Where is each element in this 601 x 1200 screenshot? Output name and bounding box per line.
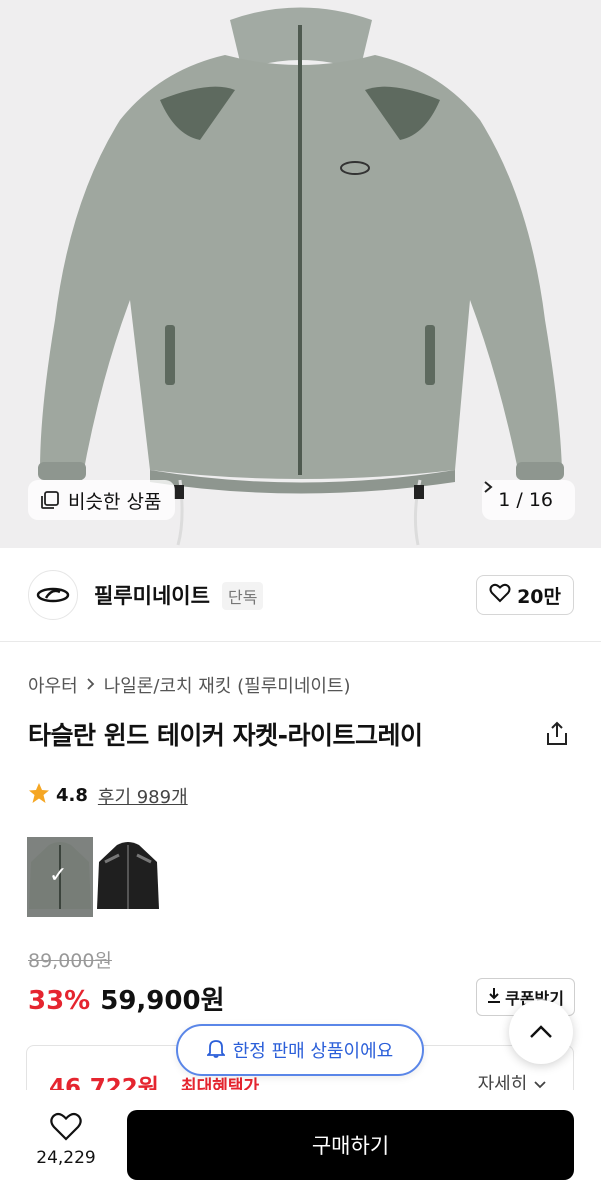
- breadcrumb: 아우터 나일론/코치 재킷 (필루미네이트): [28, 672, 351, 698]
- discount-rate: 33%: [28, 986, 91, 1016]
- share-icon[interactable]: [543, 720, 571, 748]
- product-image-gallery[interactable]: 비슷한 상품 1 / 16: [0, 0, 601, 548]
- image-counter-text: 1 / 16: [498, 489, 553, 511]
- swatch-black[interactable]: [95, 837, 161, 917]
- brand-row: 필루미네이트 단독 20만: [0, 548, 601, 642]
- brand-logo-icon: [36, 587, 70, 603]
- chevron-right-icon: [86, 675, 96, 696]
- brand-like-button[interactable]: 20만: [476, 575, 574, 615]
- swatch-image: [97, 842, 159, 909]
- toast-text: 한정 판매 상품이에요: [232, 1041, 394, 1062]
- image-counter[interactable]: 1 / 16: [482, 480, 575, 520]
- rating-score: 4.8: [56, 785, 88, 806]
- brand-name[interactable]: 필루미네이트: [94, 580, 210, 610]
- heart-icon: [50, 1112, 82, 1141]
- brand-like-count: 20만: [517, 585, 561, 608]
- scroll-to-top-button[interactable]: [509, 1000, 573, 1064]
- wishlist-count: 24,229: [36, 1148, 96, 1168]
- rating-row: 4.8 후기 989개: [28, 782, 188, 809]
- jacket-image: [38, 7, 564, 546]
- color-swatches: ✓: [27, 837, 161, 917]
- bell-icon: [205, 1038, 226, 1063]
- chevron-down-icon: [534, 1081, 546, 1089]
- breadcrumb-item[interactable]: 나일론/코치 재킷 (필루미네이트): [104, 672, 351, 698]
- star-icon: [28, 782, 50, 809]
- wishlist-button[interactable]: 24,229: [28, 1112, 104, 1168]
- heart-icon: [489, 583, 511, 608]
- buy-button[interactable]: 구매하기: [127, 1110, 574, 1180]
- limited-sale-toast: 한정 판매 상품이에요: [176, 1024, 424, 1076]
- reviews-link[interactable]: 후기 989개: [98, 783, 188, 809]
- swatch-light-gray[interactable]: ✓: [27, 837, 93, 917]
- sale-price: 59,900원: [100, 986, 225, 1016]
- check-icon: ✓: [49, 863, 68, 888]
- original-price: 89,000원: [28, 950, 112, 972]
- download-icon: [487, 987, 501, 1007]
- similar-products-label: 비슷한 상품: [68, 490, 162, 513]
- bottom-action-bar: 24,229 구매하기: [0, 1090, 601, 1200]
- copy-icon: [40, 490, 60, 510]
- similar-products-button[interactable]: 비슷한 상품: [28, 480, 176, 520]
- brand-logo[interactable]: [28, 570, 78, 620]
- exclusive-badge: 단독: [222, 582, 264, 610]
- price-row: 33% 59,900원: [28, 980, 225, 1017]
- product-title: 타슬란 윈드 테이커 자켓-라이트그레이: [28, 721, 423, 750]
- chevron-up-icon: [530, 1025, 552, 1038]
- breadcrumb-item[interactable]: 아우터: [28, 672, 78, 698]
